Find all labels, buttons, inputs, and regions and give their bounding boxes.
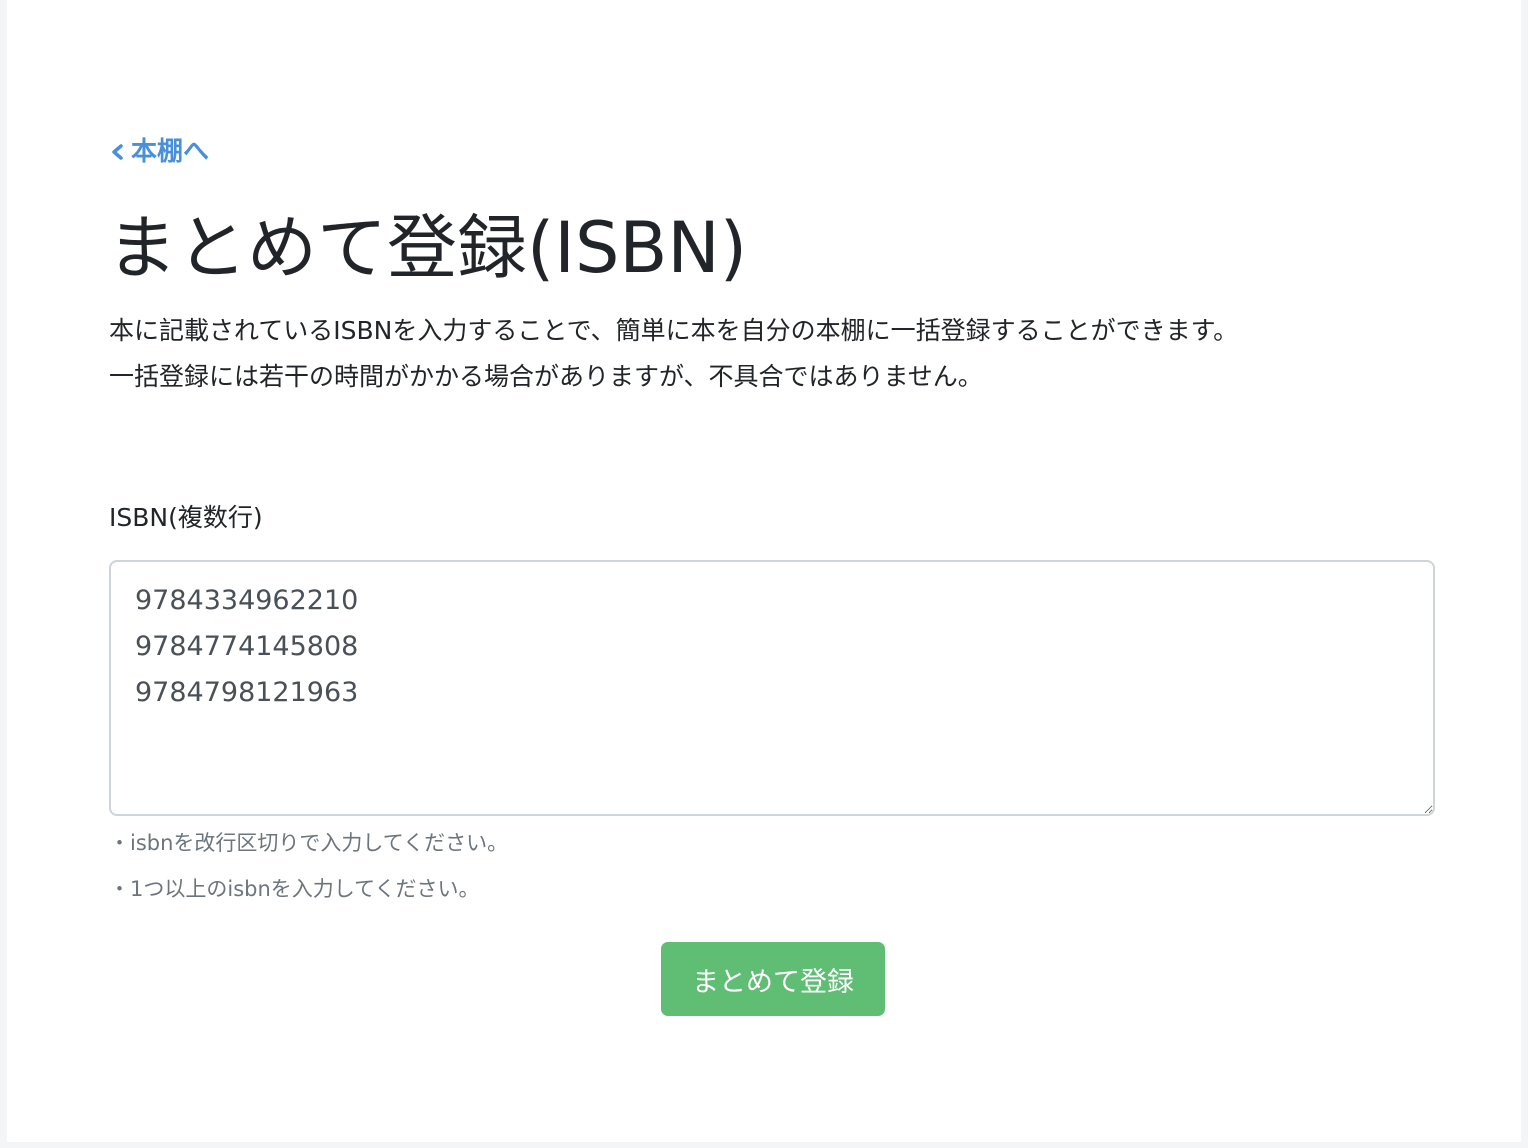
hint-text: ・1つ以上のisbnを入力してください。 [109,877,480,901]
isbn-field-label: ISBN(複数行) [109,503,263,532]
page-panel: 本棚へ まとめて登録(ISBN) 本に記載されているISBNを入力することで、簡… [7,0,1521,1142]
back-to-bookshelf-link[interactable]: 本棚へ [109,134,209,170]
bulk-register-button[interactable]: まとめて登録 [661,942,885,1016]
chevron-left-icon [112,144,123,160]
isbn-hints: ・isbnを改行区切りで入力してください。 ・1つ以上のisbnを入力してくださ… [109,820,508,912]
back-link-label: 本棚へ [131,137,210,167]
description-line: 一括登録には若干の時間がかかる場合がありますが、不具合ではありません。 [109,362,983,391]
hint-text: ・isbnを改行区切りで入力してください。 [109,831,509,855]
page-title: まとめて登録(ISBN) [107,207,748,289]
page-description: 本に記載されているISBNを入力することで、簡単に本を自分の本棚に一括登録するこ… [109,308,1238,400]
isbn-textarea[interactable]: 9784334962210 9784774145808 978479812196… [109,560,1435,816]
description-line: 本に記載されているISBNを入力することで、簡単に本を自分の本棚に一括登録するこ… [109,316,1239,345]
